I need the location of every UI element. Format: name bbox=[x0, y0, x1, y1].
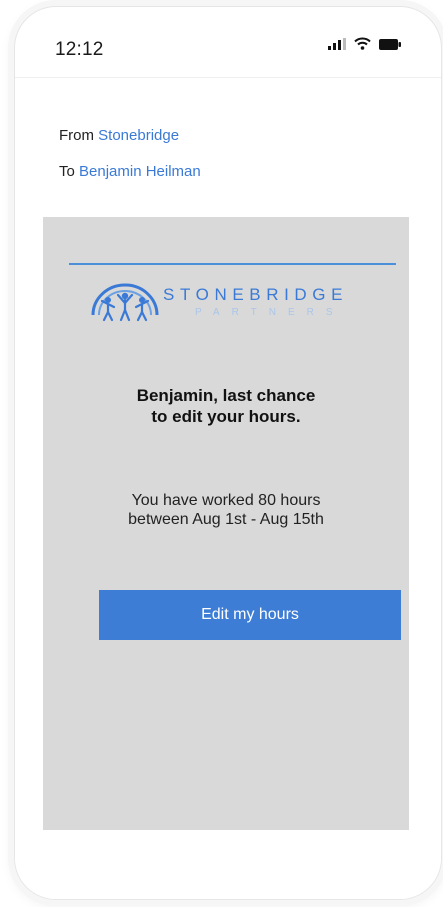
phone-side-button bbox=[9, 190, 13, 280]
screenshot-stage: 12:12 From Stonebridge To Benjamin Heilm… bbox=[0, 0, 443, 907]
phone-frame: 12:12 From Stonebridge To Benjamin Heilm… bbox=[14, 6, 442, 900]
headline: Benjamin, last chance to edit your hours… bbox=[43, 385, 409, 427]
brand-subtitle: PARTNERS bbox=[195, 307, 345, 318]
status-time: 12:12 bbox=[55, 39, 104, 60]
brand-logo: STONEBRIDGE PARTNERS bbox=[89, 279, 379, 329]
headline-line-1: Benjamin, last chance bbox=[136, 386, 316, 405]
to-label: To bbox=[59, 163, 75, 180]
email-header: From Stonebridge To Benjamin Heilman bbox=[53, 117, 391, 217]
from-sender-link[interactable]: Stonebridge bbox=[98, 127, 179, 144]
edit-hours-button[interactable]: Edit my hours bbox=[99, 590, 401, 640]
signal-icon bbox=[328, 37, 346, 55]
battery-icon bbox=[379, 37, 401, 55]
wifi-icon bbox=[354, 37, 371, 55]
summary-line-2: between Aug 1st - Aug 15th bbox=[128, 511, 324, 528]
header-divider bbox=[69, 263, 396, 265]
to-recipient-link[interactable]: Benjamin Heilman bbox=[79, 163, 201, 180]
brand-name: STONEBRIDGE bbox=[163, 285, 349, 304]
email-body: STONEBRIDGE PARTNERS Benjamin, last chan… bbox=[43, 217, 409, 830]
from-row: From Stonebridge bbox=[59, 127, 179, 144]
hours-summary: You have worked 80 hours between Aug 1st… bbox=[43, 491, 409, 529]
status-icons bbox=[328, 37, 401, 55]
from-label: From bbox=[59, 127, 94, 144]
people-arch-icon bbox=[91, 283, 159, 322]
summary-line-1: You have worked 80 hours bbox=[131, 492, 321, 509]
phone-bottom-area bbox=[15, 832, 441, 899]
headline-line-2: to edit your hours. bbox=[151, 407, 301, 426]
to-row: To Benjamin Heilman bbox=[59, 163, 201, 180]
status-bar: 12:12 bbox=[15, 7, 441, 78]
